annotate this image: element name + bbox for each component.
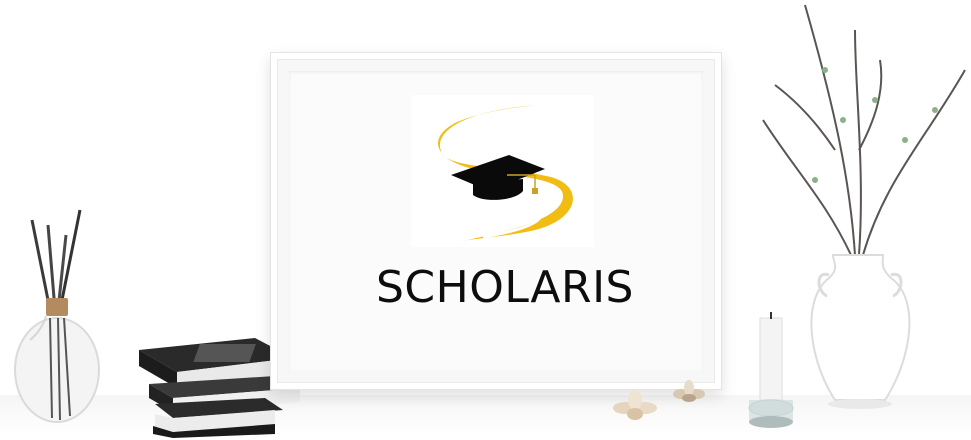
- flower-ornaments: [613, 380, 705, 420]
- reed-diffuser: [14, 209, 100, 423]
- scholaris-logo: [411, 95, 594, 247]
- mockup-scene: SCHOLARIS: [0, 0, 971, 438]
- brand-name: SCHOLARIS: [376, 262, 634, 313]
- logo-graphic: [438, 105, 573, 241]
- vase-with-branches: [762, 4, 966, 409]
